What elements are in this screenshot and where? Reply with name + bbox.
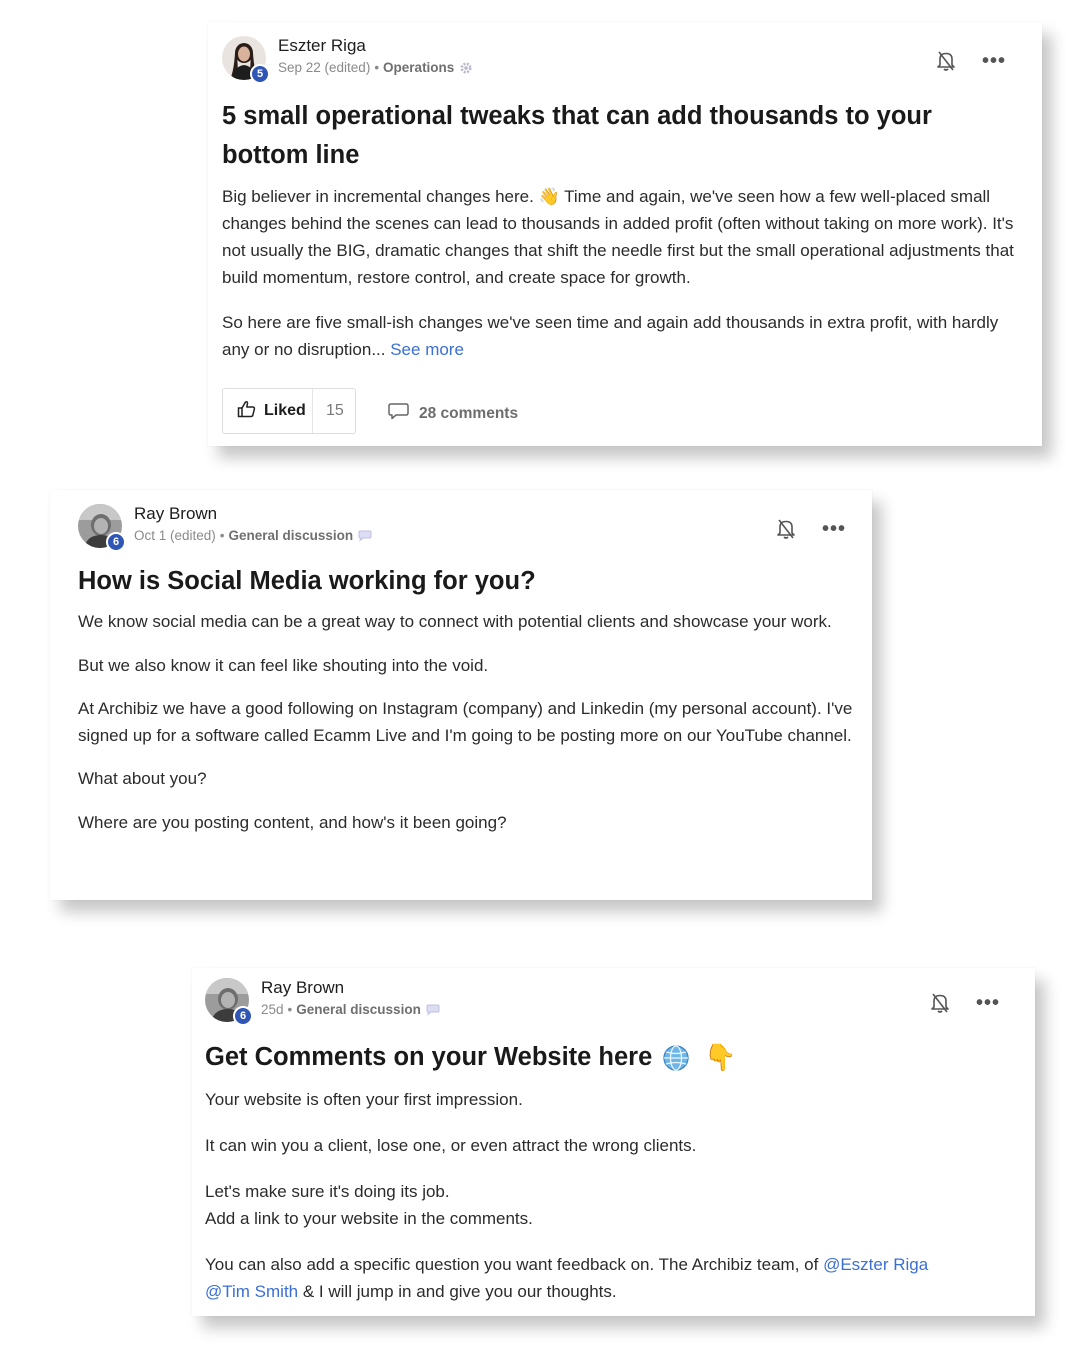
more-options-icon[interactable]: •••	[982, 51, 1006, 71]
author-name[interactable]: Eszter Riga	[278, 36, 473, 56]
post-card: 6 Ray Brown Oct 1 (edited) • General dis…	[50, 490, 872, 900]
separator: •	[219, 528, 225, 543]
like-toggle[interactable]: Liked	[223, 389, 313, 433]
like-label: Liked	[264, 402, 306, 419]
like-button[interactable]: Liked 15	[222, 388, 356, 434]
post-title[interactable]: 5 small operational tweaks that can add …	[222, 97, 1022, 175]
post-actions: •••	[930, 992, 1000, 1014]
avatar[interactable]: 5	[222, 36, 270, 84]
level-badge: 6	[233, 1006, 253, 1026]
more-options-icon[interactable]: •••	[976, 993, 1000, 1013]
post-subline: Sep 22 (edited) • Operations	[278, 60, 473, 75]
level-badge: 6	[106, 532, 126, 552]
category-link[interactable]: General discussion	[229, 528, 354, 543]
body-text-span: So here are five small-ish changes we've…	[222, 313, 999, 359]
author-name[interactable]: Ray Brown	[261, 978, 440, 998]
speech-bubble-icon	[426, 1004, 440, 1016]
body-paragraph: At Archibiz we have a good following on …	[78, 699, 853, 745]
bell-off-icon[interactable]	[930, 992, 950, 1014]
level-badge: 5	[250, 64, 270, 84]
separator: •	[374, 60, 380, 75]
post-meta: Eszter Riga Sep 22 (edited) • Operations	[278, 36, 473, 75]
avatar[interactable]: 6	[205, 978, 253, 1026]
bell-off-icon[interactable]	[776, 518, 796, 540]
post-date: Sep 22 (edited)	[278, 60, 371, 75]
post-card: 5 Eszter Riga Sep 22 (edited) • Operatio…	[208, 22, 1042, 446]
mention-link[interactable]: @Tim Smith	[205, 1282, 298, 1301]
post-body: Your website is often your first impress…	[205, 1086, 1005, 1305]
post-actions: •••	[936, 50, 1006, 72]
thumbs-up-icon	[237, 400, 256, 423]
category-link[interactable]: Operations	[383, 60, 454, 75]
mention-link[interactable]: @Eszter Riga	[823, 1255, 928, 1274]
body-paragraph: It can win you a client, lose one, or ev…	[205, 1136, 697, 1155]
body-paragraph: You can also add a specific question you…	[205, 1251, 1005, 1305]
post-title[interactable]: How is Social Media working for you?	[78, 562, 838, 601]
separator: •	[287, 1002, 293, 1017]
body-paragraph: So here are five small-ish changes we've…	[222, 309, 1017, 363]
gear-icon	[459, 61, 473, 75]
body-text-span: You can also add a specific question you…	[205, 1255, 819, 1274]
post-meta: Ray Brown 25d • General discussion	[261, 978, 440, 1017]
post-title[interactable]: Get Comments on your Website here	[205, 1038, 652, 1077]
body-paragraph: But we also know it can feel like shouti…	[78, 655, 489, 675]
bell-off-icon[interactable]	[936, 50, 956, 72]
body-paragraph: What about you?	[78, 769, 207, 788]
avatar[interactable]: 6	[78, 504, 126, 552]
post-body: We know social media can be a great way …	[78, 609, 853, 836]
like-count[interactable]: 15	[313, 402, 344, 420]
post-actions: •••	[776, 518, 846, 540]
see-more-link[interactable]: See more	[390, 340, 464, 359]
post-date: Oct 1 (edited)	[134, 528, 216, 543]
body-paragraph: Add a link to your website in the commen…	[205, 1209, 533, 1228]
more-options-icon[interactable]: •••	[822, 519, 846, 539]
speech-bubble-icon	[358, 530, 372, 542]
post-header: 5 Eszter Riga Sep 22 (edited) • Operatio…	[222, 36, 473, 84]
body-paragraph: Big believer in incremental changes here…	[222, 187, 1014, 287]
post-meta: Ray Brown Oct 1 (edited) • General discu…	[134, 504, 372, 543]
post-subline: Oct 1 (edited) • General discussion	[134, 528, 372, 543]
comment-bubble-icon	[388, 402, 409, 425]
body-text-span: & I will jump in and give you our though…	[302, 1282, 617, 1301]
comments-count: 28 comments	[419, 404, 519, 422]
body-paragraph: Where are you posting content, and how's…	[78, 812, 507, 832]
category-link[interactable]: General discussion	[296, 1002, 421, 1017]
post-header: 6 Ray Brown Oct 1 (edited) • General dis…	[78, 504, 372, 552]
author-name[interactable]: Ray Brown	[134, 504, 372, 524]
post-card: 6 Ray Brown 25d • General discussion •••…	[192, 968, 1035, 1316]
globe-icon	[662, 1044, 690, 1072]
body-paragraph: We know social media can be a great way …	[78, 612, 832, 631]
pointing-down-icon: 👇	[704, 1042, 737, 1072]
body-paragraph: Let's make sure it's doing its job.	[205, 1182, 450, 1201]
post-title-row: Get Comments on your Website here 👇	[205, 1038, 1005, 1077]
post-header: 6 Ray Brown 25d • General discussion	[205, 978, 440, 1026]
comments-button[interactable]: 28 comments	[388, 402, 518, 425]
post-subline: 25d • General discussion	[261, 1002, 440, 1017]
body-paragraph: Your website is often your first impress…	[205, 1090, 523, 1109]
post-body: Big believer in incremental changes here…	[222, 183, 1017, 363]
post-date: 25d	[261, 1002, 284, 1017]
